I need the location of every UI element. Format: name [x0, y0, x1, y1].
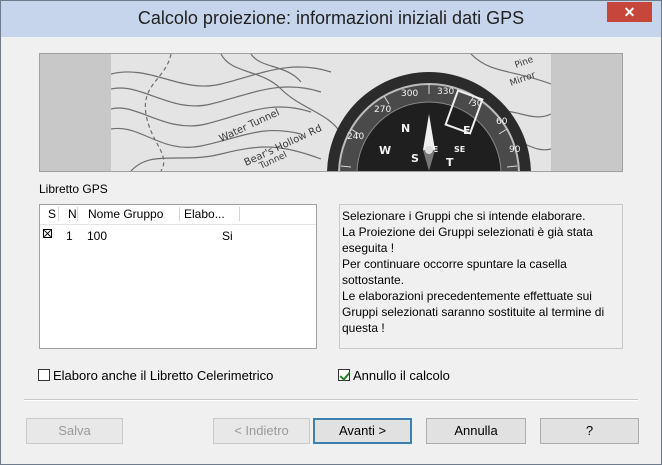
libretto-gps-label: Libretto GPS: [39, 182, 108, 196]
column-header-nome-gruppo[interactable]: Nome Gruppo: [86, 207, 180, 221]
elaboro-option[interactable]: Elaboro anche il Libretto Celerimetrico: [38, 368, 298, 384]
help-button[interactable]: ?: [540, 418, 639, 444]
indietro-button[interactable]: < Indietro: [213, 418, 310, 444]
compass-num-90: 90: [509, 145, 521, 155]
groups-list[interactable]: S N Nome Gruppo Elabo... 1 100 Si: [39, 204, 317, 349]
cell-elabo: Si: [222, 229, 233, 243]
compass-letter-s: S: [411, 152, 419, 165]
compass-letter-n: N: [401, 122, 410, 135]
info-line: Selezionare i Gruppi che si intende elab…: [342, 209, 586, 223]
annulla-button[interactable]: Annulla: [426, 418, 526, 444]
cell-nome-gruppo: 100: [87, 229, 108, 243]
compass-num-300: 300: [401, 89, 418, 99]
info-line: Per continuare occorre spuntare la casel…: [342, 257, 567, 287]
elaboro-label: Elaboro anche il Libretto Celerimetrico: [53, 368, 274, 383]
column-header-n[interactable]: N: [66, 207, 78, 221]
window-title: Calcolo proiezione: informazioni inizial…: [137, 8, 525, 28]
compass-letter-w: W: [379, 144, 391, 157]
column-header-elabo[interactable]: Elabo...: [182, 207, 240, 221]
row-select-checkbox[interactable]: [43, 229, 52, 238]
compass-num-330: 330: [437, 87, 454, 97]
annullo-label: Annullo il calcolo: [353, 368, 450, 383]
elaboro-checkbox[interactable]: [38, 369, 50, 381]
info-line: La Proiezione dei Gruppi selezionati è g…: [342, 225, 593, 255]
banner-image: Water Tunnel Bear's Hollow Rd Tunnel Pin…: [39, 53, 623, 172]
list-header: S N Nome Gruppo Elabo...: [40, 205, 316, 225]
info-line: Le elaborazioni precedentemente effettua…: [342, 289, 605, 335]
compass-num-60: 60: [496, 117, 508, 127]
divider: [24, 399, 638, 401]
close-button[interactable]: ✕: [607, 2, 652, 22]
cell-n: 1: [66, 229, 73, 243]
dialog-window: Calcolo proiezione: informazioni inizial…: [0, 0, 662, 465]
table-row[interactable]: 1 100 Si: [40, 226, 316, 244]
compass-map-illustration: Water Tunnel Bear's Hollow Rd Tunnel Pin…: [111, 54, 551, 171]
close-icon: ✕: [623, 4, 636, 20]
salva-button[interactable]: Salva: [26, 418, 123, 444]
avanti-button[interactable]: Avanti >: [313, 418, 412, 444]
compass-num-270: 270: [374, 105, 391, 115]
annullo-checkbox[interactable]: [338, 369, 350, 381]
compass-letter-se: SE: [454, 145, 465, 154]
title-bar: Calcolo proiezione: informazioni inizial…: [1, 1, 661, 37]
info-text-box: Selezionare i Gruppi che si intende elab…: [339, 204, 623, 349]
column-header-s[interactable]: S: [46, 207, 59, 221]
compass-letter-t: T: [446, 156, 454, 169]
annullo-option[interactable]: Annullo il calcolo: [338, 368, 478, 384]
compass-num-240: 240: [347, 132, 364, 142]
